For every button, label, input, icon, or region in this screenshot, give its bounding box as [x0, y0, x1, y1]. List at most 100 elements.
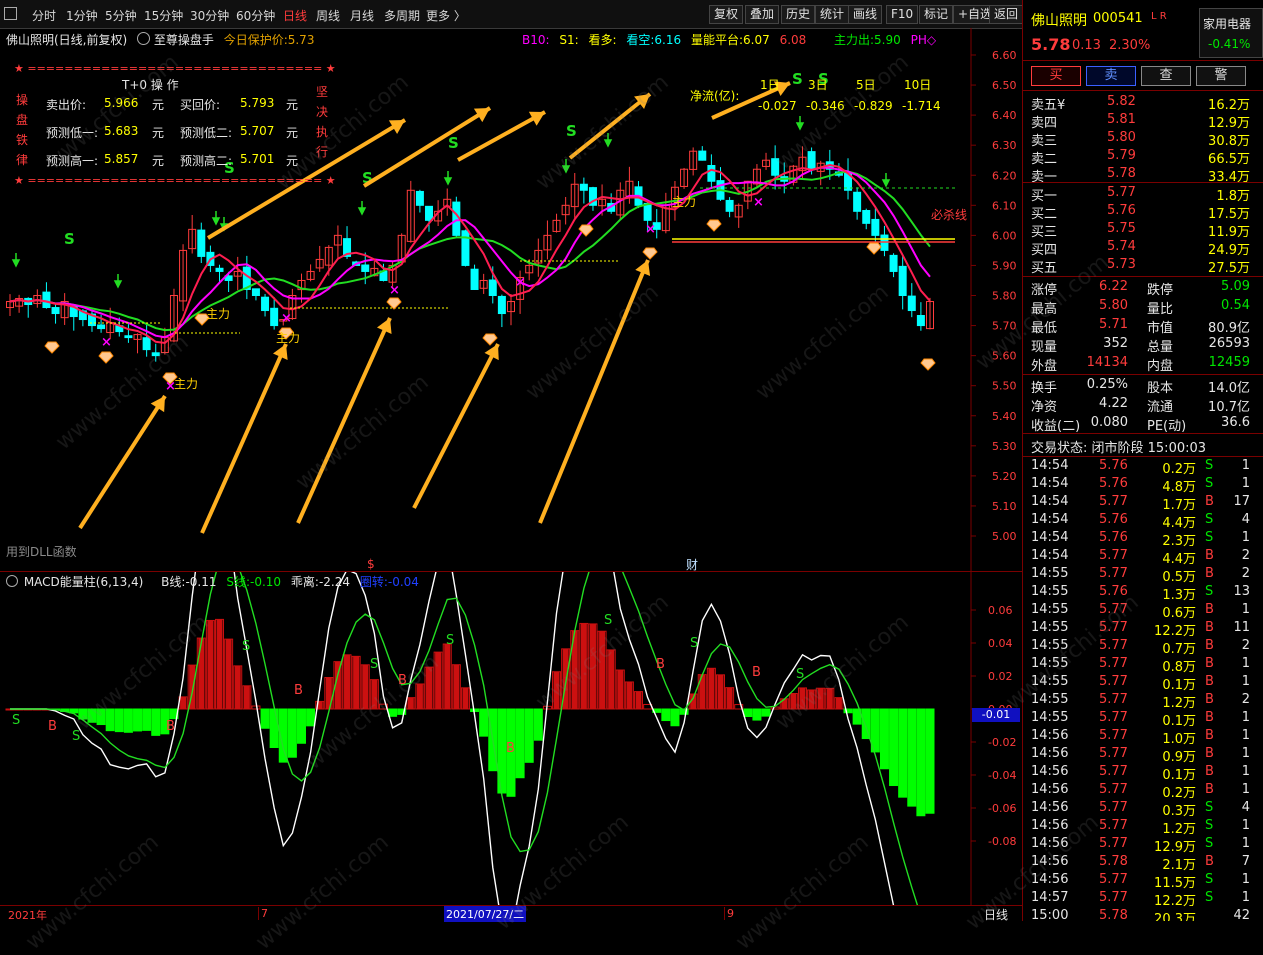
tick-time: 14:54 [1031, 494, 1069, 509]
macd-header: MACD能量柱(6,13,4) B线:-0.11 S线:-0.10 乖离:-2.… [6, 573, 419, 590]
t0-right-label: 预测低二: [180, 126, 233, 140]
tick-row: 14:55 5.77 0.1万 B 1 [1023, 674, 1263, 693]
macd-bar [269, 708, 279, 748]
tick-side: B [1205, 620, 1214, 635]
trade-button-1[interactable]: 卖 [1086, 66, 1136, 86]
stat2-value: 0.080 [1090, 415, 1128, 430]
period-tab-4[interactable]: 30分钟 [190, 7, 229, 24]
macd-s-marker: S [72, 729, 80, 744]
macd-current-tag: -0.01 [972, 708, 1020, 722]
period-mode[interactable]: 日线 [984, 906, 1008, 923]
trade-button-2[interactable]: 查 [1141, 66, 1191, 86]
period-tab-8[interactable]: 月线 [350, 7, 374, 24]
candle-body [124, 335, 133, 339]
macd-bar-fill [198, 638, 205, 709]
period-tab-10[interactable]: 更多 〉 [426, 7, 466, 24]
candle-body [853, 191, 862, 212]
period-tab-2[interactable]: 5分钟 [105, 7, 137, 24]
macd-canvas[interactable]: 0.060.040.020.00-0.02-0.04-0.06-0.08SSSS… [0, 477, 1022, 955]
stat-value: 26593 [1208, 336, 1250, 351]
period-tab-0[interactable]: 分时 [32, 7, 56, 24]
tick-time: 14:55 [1031, 692, 1069, 707]
macd-gear-icon[interactable] [6, 575, 18, 587]
tick-time: 14:56 [1031, 728, 1069, 743]
tick-row: 14:56 5.77 0.2万 B 1 [1023, 782, 1263, 801]
macd-bar-fill [717, 674, 724, 709]
tick-row: 14:56 5.77 1.2万 S 1 [1023, 818, 1263, 837]
tool-button-6[interactable]: 标记 [919, 5, 954, 24]
candle-body [807, 151, 816, 170]
tick-price: 5.77 [1099, 728, 1128, 743]
tool-button-0[interactable]: 复权 [709, 5, 744, 24]
tick-row: 14:56 5.77 0.1万 B 1 [1023, 764, 1263, 783]
period-tab-3[interactable]: 15分钟 [144, 7, 183, 24]
annotation-arrow [538, 259, 650, 524]
period-tab-5[interactable]: 60分钟 [236, 7, 275, 24]
tick-count: 1 [1241, 728, 1250, 743]
macd-bar [296, 708, 306, 744]
tick-list[interactable]: 14:54 5.76 0.2万 S 1 14:54 5.76 4.8万 S 1 14:54 5.77 1… [1023, 456, 1263, 921]
tool-button-8[interactable]: 返回 [989, 5, 1024, 24]
tick-price: 5.76 [1099, 458, 1128, 473]
tick-side: S [1205, 800, 1214, 815]
tick-row: 14:55 5.77 12.2万 B 11 [1023, 620, 1263, 639]
candle-body [488, 279, 497, 297]
tick-row: 14:55 5.76 1.3万 S 13 [1023, 584, 1263, 603]
kline-chart[interactable]: 6.60 6.50 6.40 6.30 6.20 6.10 6.00 5.90 5.80 5.70… [0, 28, 1022, 572]
down-arrow-icon [561, 159, 571, 174]
time-month-7: 7 [258, 907, 268, 920]
tick-side: B [1205, 854, 1214, 869]
macd-bar-fill [435, 652, 442, 709]
order-price: 5.79 [1107, 148, 1136, 163]
macd-tick-label: 0.06 [988, 604, 1013, 617]
period-tab-6[interactable]: 日线 [283, 7, 307, 24]
stat-value: 5.71 [1099, 317, 1128, 332]
tick-side: S [1205, 530, 1214, 545]
macd-panel[interactable]: 0.060.040.020.00-0.02-0.04-0.06-0.08SSSS… [0, 477, 1022, 955]
stat2-label: 股本 [1147, 381, 1174, 396]
tool-button-5[interactable]: F10 [886, 5, 919, 24]
period-tab-7[interactable]: 周线 [316, 7, 340, 24]
trade-button-3[interactable]: 警 [1196, 66, 1246, 86]
macd-s-line [10, 543, 931, 935]
stock-title: 佛山照明(日线,前复权) [6, 33, 128, 47]
order-price: 5.75 [1107, 221, 1136, 236]
bear-label: 看空: [626, 33, 655, 47]
tick-price: 5.76 [1099, 530, 1128, 545]
tick-time: 14:54 [1031, 530, 1069, 545]
main-force-label: 主力 [672, 195, 696, 209]
b10-label: B10: [522, 33, 550, 47]
tick-price: 5.77 [1099, 890, 1128, 905]
t0-left-value: 5.966 [104, 96, 139, 110]
t0-left-value: 5.857 [104, 152, 139, 166]
stat-label: 量比 [1147, 302, 1174, 317]
candle-body [151, 352, 160, 357]
stat-value: 0.54 [1221, 298, 1250, 313]
tool-button-2[interactable]: 历史 [781, 5, 816, 24]
indicator-gear-icon[interactable] [137, 32, 151, 45]
period-tab-1[interactable]: 1分钟 [66, 7, 98, 24]
energy-label: 量能平台: [690, 33, 744, 47]
tick-side: B [1205, 692, 1214, 707]
order-row: 买三 5.75 11.9万 [1023, 220, 1263, 240]
t0-right-unit: 元 [286, 154, 299, 168]
t0-right-value: 5.707 [240, 124, 275, 138]
sector-box[interactable]: 家用电器 -0.41% [1199, 8, 1263, 58]
cross-marker-icon: × [753, 195, 764, 210]
tick-volume: 0.1万 [1162, 714, 1196, 729]
macd-tick-label: 0.02 [988, 670, 1013, 683]
period-tab-9[interactable]: 多周期 [384, 7, 420, 24]
tool-button-1[interactable]: 叠加 [745, 5, 780, 24]
tool-button-3[interactable]: 统计 [815, 5, 850, 24]
indicator-name[interactable]: 至尊操盘手 [154, 33, 214, 47]
tick-side: B [1205, 710, 1214, 725]
macd-b-marker: B [398, 673, 407, 688]
tool-button-4[interactable]: 画线 [848, 5, 883, 24]
window-logo-icon[interactable] [4, 7, 17, 20]
net-flow-header: 10日 [904, 78, 932, 92]
macd-bar [879, 708, 889, 770]
tick-count: 1 [1241, 674, 1250, 689]
net-flow-header: 3日 [808, 78, 828, 92]
tick-time: 14:56 [1031, 782, 1069, 797]
trade-button-0[interactable]: 买 [1031, 66, 1081, 86]
